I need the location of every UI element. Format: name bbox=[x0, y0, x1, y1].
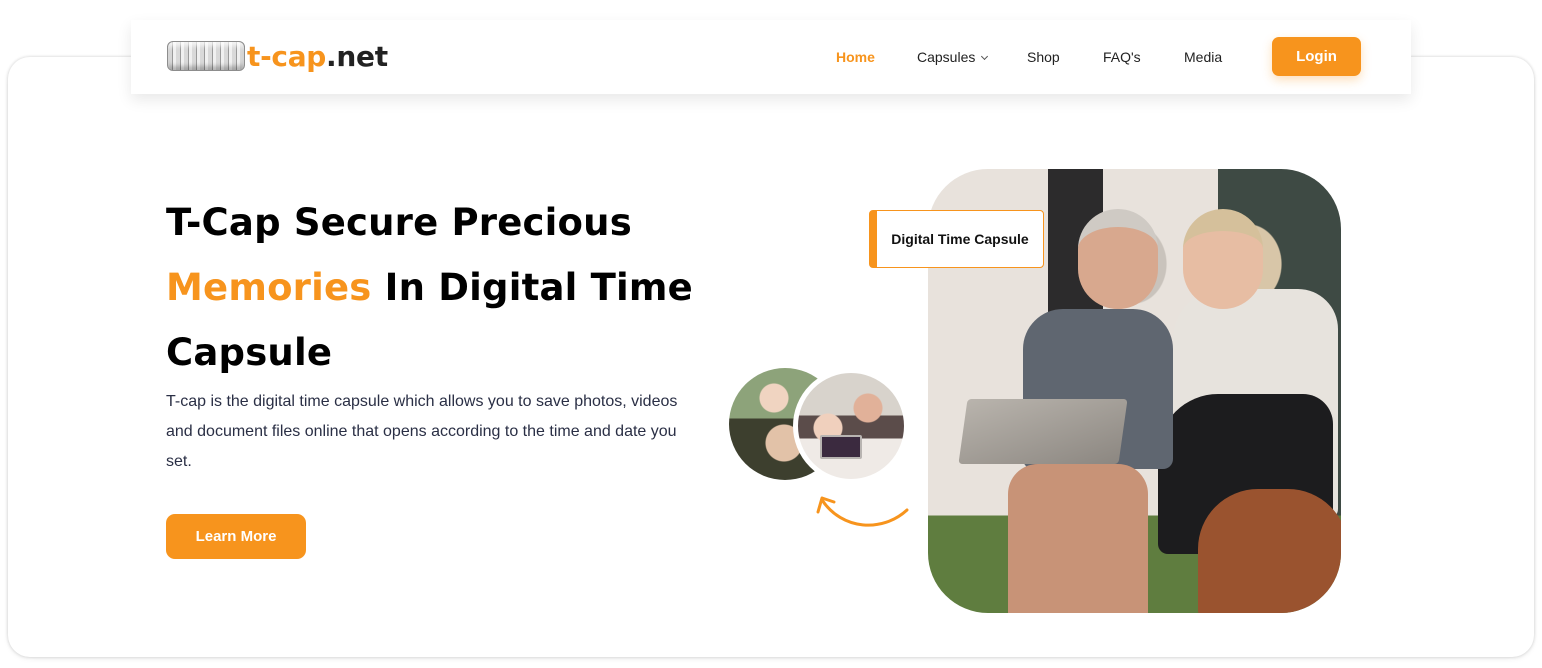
family-photo-circle-2 bbox=[793, 368, 909, 484]
logo[interactable]: t-cap.net bbox=[167, 40, 388, 73]
photo-man-head bbox=[1078, 209, 1158, 309]
combination-lock-cylinder-icon bbox=[167, 41, 245, 71]
hero-description: T-cap is the digital time capsule which … bbox=[166, 393, 678, 470]
chevron-down-icon bbox=[981, 52, 989, 61]
nav-shop[interactable]: Shop bbox=[1027, 49, 1060, 65]
login-button[interactable]: Login bbox=[1272, 37, 1361, 76]
curved-arrow-icon bbox=[816, 496, 909, 527]
logo-text: t-cap.net bbox=[247, 40, 388, 73]
learn-more-button[interactable]: Learn More bbox=[166, 514, 306, 559]
logo-text-part1: t-cap bbox=[247, 39, 327, 73]
nav-capsules-label: Capsules bbox=[917, 49, 976, 65]
nav-faqs[interactable]: FAQ's bbox=[1103, 49, 1141, 65]
photo-man-legs bbox=[1008, 464, 1148, 613]
nav-media[interactable]: Media bbox=[1184, 49, 1222, 65]
hero-title: T-Cap Secure Precious Memories In Digital… bbox=[166, 190, 706, 385]
photo-woman-head bbox=[1183, 209, 1263, 309]
tablet-illustration bbox=[820, 435, 862, 459]
hero-title-highlight: Memories bbox=[166, 266, 372, 309]
digital-time-capsule-badge: Digital Time Capsule bbox=[869, 210, 1044, 268]
hero-title-line1: T-Cap Secure Precious bbox=[166, 201, 632, 244]
nav-capsules[interactable]: Capsules bbox=[917, 49, 989, 65]
photo-laptop bbox=[958, 399, 1128, 464]
nav-home[interactable]: Home bbox=[836, 49, 875, 65]
curved-arrow-path bbox=[820, 498, 909, 527]
photo-dog bbox=[1198, 489, 1341, 613]
site-header: t-cap.net Home Capsules Shop FAQ's Media… bbox=[131, 20, 1411, 94]
logo-text-part2: .net bbox=[326, 39, 388, 73]
